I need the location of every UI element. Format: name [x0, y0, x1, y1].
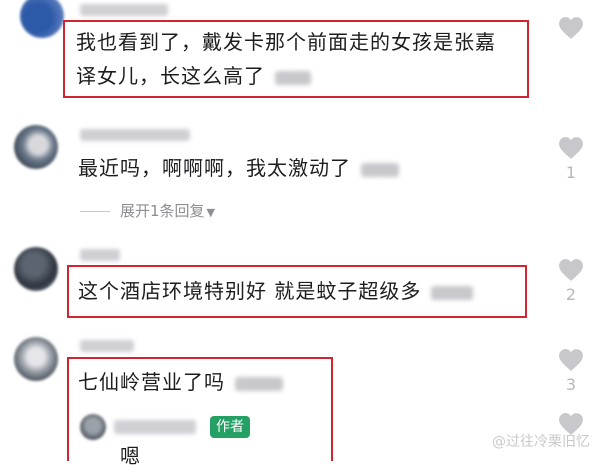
like-button[interactable]: 1 — [557, 136, 585, 182]
comment-text: 我也看到了，戴发卡那个前面走的女孩是张嘉 — [76, 26, 496, 58]
heart-icon — [559, 349, 583, 371]
avatar[interactable] — [14, 337, 58, 381]
expand-replies-button[interactable]: 展开1条回复 ▼ — [80, 200, 215, 221]
comment-text-line-1: 我也看到了，戴发卡那个前面走的女孩是张嘉 — [76, 30, 496, 54]
like-count: 3 — [565, 375, 577, 394]
reply-username[interactable] — [114, 420, 196, 434]
comment-text: 最近吗，啊啊啊，我太激动了 — [78, 152, 399, 184]
comment-text-content: 七仙岭营业了吗 — [78, 370, 225, 394]
reply-avatar[interactable] — [80, 414, 106, 440]
like-count: 1 — [565, 163, 577, 182]
timestamp — [431, 285, 474, 300]
like-button[interactable]: 2 — [557, 258, 585, 304]
like-button[interactable]: 3 — [557, 348, 585, 394]
reply-text-content: 嗯 — [120, 444, 141, 468]
timestamp — [361, 162, 399, 177]
username[interactable] — [80, 249, 120, 261]
username[interactable] — [80, 4, 168, 16]
avatar[interactable] — [14, 247, 58, 291]
comment-text: 这个酒店环境特别好 就是蚊子超级多 — [78, 275, 474, 307]
like-button[interactable] — [557, 16, 585, 44]
comment-text: 译女儿，长这么高了 — [76, 60, 311, 92]
watermark: @过往冷栗旧忆 — [492, 434, 590, 450]
username[interactable] — [80, 129, 190, 141]
reply-text: 嗯 — [120, 440, 141, 472]
divider — [80, 211, 110, 212]
comment-text-line-2: 译女儿，长这么高了 — [76, 64, 265, 88]
avatar[interactable] — [14, 125, 58, 169]
heart-icon — [559, 259, 583, 281]
like-count: 2 — [565, 285, 577, 304]
heart-icon — [559, 17, 583, 39]
caret-down-icon: ▼ — [206, 206, 216, 219]
username[interactable] — [80, 340, 134, 352]
comment-text-content: 最近吗，啊啊啊，我太激动了 — [78, 156, 351, 180]
avatar[interactable] — [20, 0, 64, 38]
author-badge: 作者 — [210, 416, 250, 438]
expand-replies-label: 展开1条回复 — [120, 202, 205, 220]
heart-icon — [559, 137, 583, 159]
timestamp — [235, 376, 283, 391]
timestamp — [275, 70, 311, 85]
comment-text-content: 这个酒店环境特别好 就是蚊子超级多 — [78, 279, 422, 303]
comment-text: 七仙岭营业了吗 — [78, 366, 283, 398]
